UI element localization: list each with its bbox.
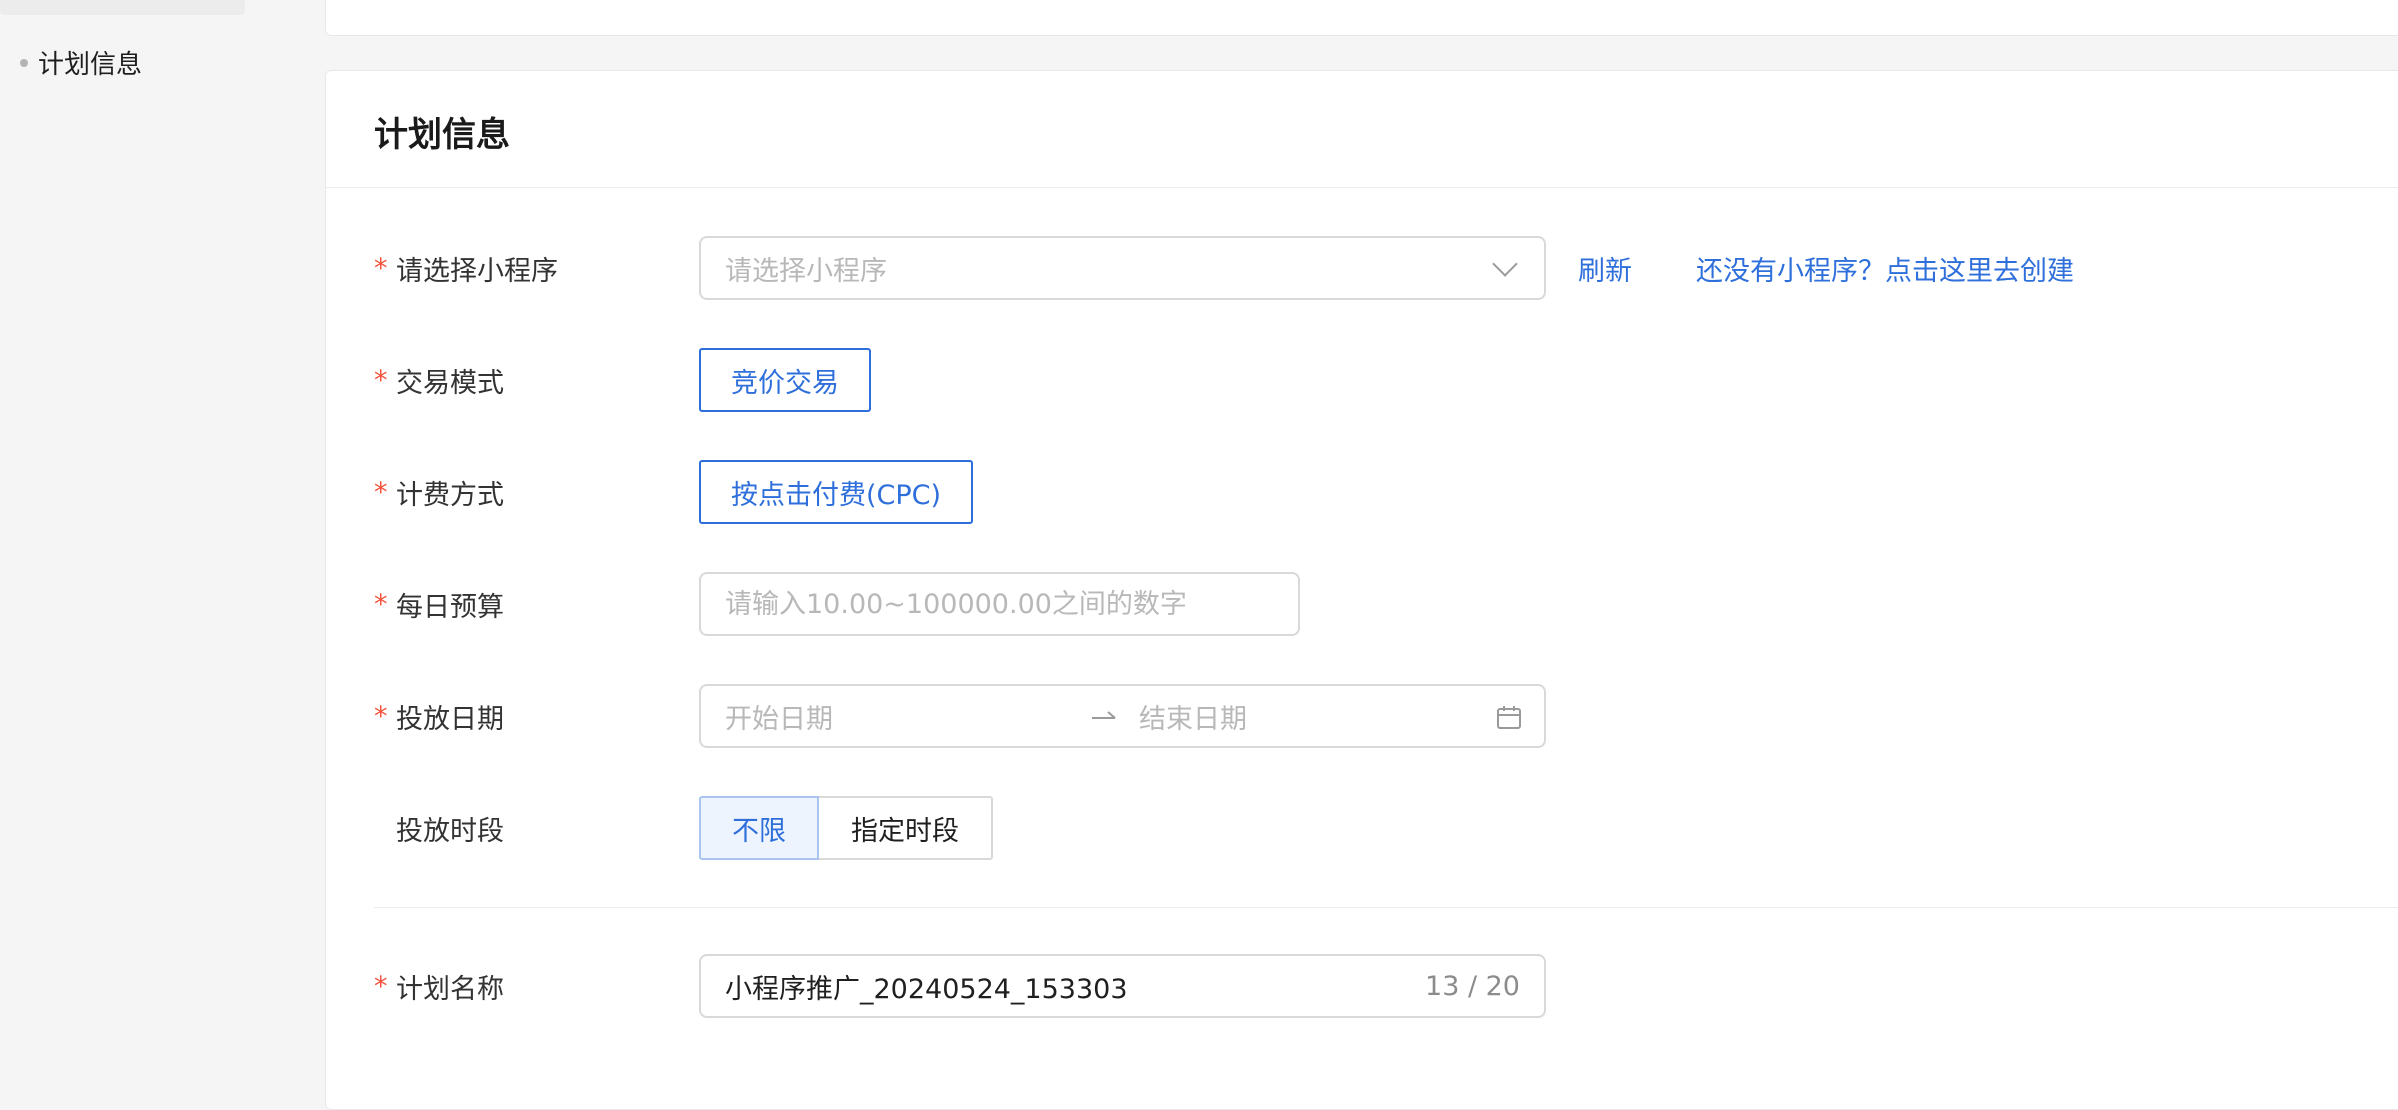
calendar-icon[interactable]: [1496, 704, 1522, 730]
delivery-time-specified-option[interactable]: 指定时段: [819, 796, 993, 860]
delivery-time-unlimited-option[interactable]: 不限: [699, 796, 819, 860]
delivery-date-label-text: 投放日期: [396, 703, 504, 735]
mini-program-label: * 请选择小程序: [374, 249, 699, 288]
required-marker: *: [374, 476, 388, 508]
row-trade-mode: * 交易模式 竞价交易: [374, 348, 871, 412]
billing-label-text: 计费方式: [396, 479, 504, 511]
end-date-field[interactable]: 结束日期: [1139, 697, 1247, 736]
daily-budget-label-text: 每日预算: [396, 591, 504, 623]
required-marker: *: [374, 970, 388, 1002]
create-mini-program-link[interactable]: 还没有小程序？点击这里去创建: [1696, 249, 2074, 288]
row-billing: * 计费方式 按点击付费(CPC): [374, 460, 974, 524]
mini-program-label-text: 请选择小程序: [396, 255, 558, 287]
arrow-right-icon: [1092, 711, 1116, 719]
chevron-down-icon: [1492, 251, 1518, 277]
start-date-field[interactable]: 开始日期: [725, 697, 833, 736]
mini-program-placeholder: 请选择小程序: [725, 255, 887, 287]
plan-name-value: 小程序推广_20240524_153303: [725, 973, 1128, 1005]
delivery-time-label: 投放时段: [374, 809, 699, 848]
daily-budget-input[interactable]: [699, 572, 1300, 636]
trade-mode-label-text: 交易模式: [396, 367, 504, 399]
plan-name-input[interactable]: 小程序推广_20240524_153303 13 / 20: [699, 954, 1546, 1018]
section-title: 计划信息: [374, 115, 510, 155]
card-header: 计划信息: [326, 71, 2398, 188]
delivery-time-label-text: 投放时段: [396, 815, 504, 847]
required-marker: *: [374, 364, 388, 396]
required-marker: *: [374, 700, 388, 732]
delivery-date-label: * 投放日期: [374, 697, 699, 736]
sidebar-item-plan-info[interactable]: 计划信息: [20, 44, 142, 81]
row-delivery-date: * 投放日期 开始日期 结束日期: [374, 684, 1546, 748]
row-plan-name: * 计划名称 小程序推广_20240524_153303 13 / 20: [374, 954, 1546, 1018]
row-delivery-time: 投放时段 不限 指定时段: [374, 796, 993, 860]
previous-section-card: [325, 0, 2398, 36]
trade-mode-label: * 交易模式: [374, 361, 699, 400]
delivery-time-segmented: 不限 指定时段: [699, 796, 993, 860]
required-marker: *: [374, 588, 388, 620]
delivery-date-range-picker[interactable]: 开始日期 结束日期: [699, 684, 1546, 748]
daily-budget-label: * 每日预算: [374, 585, 699, 624]
plan-name-label-text: 计划名称: [396, 973, 504, 1005]
refresh-link[interactable]: 刷新: [1578, 249, 1632, 288]
mini-program-select[interactable]: 请选择小程序: [699, 236, 1546, 300]
bullet-dot-icon: [20, 58, 28, 67]
row-daily-budget: * 每日预算: [374, 572, 1300, 636]
character-count: 13 / 20: [1425, 970, 1520, 1002]
billing-label: * 计费方式: [374, 473, 699, 512]
billing-cpc-button[interactable]: 按点击付费(CPC): [699, 460, 974, 524]
required-marker: *: [374, 252, 388, 284]
anchor-sidebar: 计划信息: [0, 0, 325, 1090]
trade-mode-bidding-button[interactable]: 竞价交易: [699, 348, 871, 412]
row-mini-program: * 请选择小程序 请选择小程序 刷新 还没有小程序？点击这里去创建: [374, 236, 2074, 300]
sidebar-active-strip: [0, 0, 245, 15]
form-divider: [374, 907, 2398, 908]
sidebar-item-label: 计划信息: [38, 50, 143, 80]
plan-name-label: * 计划名称: [374, 967, 699, 1006]
plan-info-card: 计划信息 * 请选择小程序 请选择小程序 刷新 还没有小程序？点击这里去创建 *…: [325, 70, 2398, 1110]
